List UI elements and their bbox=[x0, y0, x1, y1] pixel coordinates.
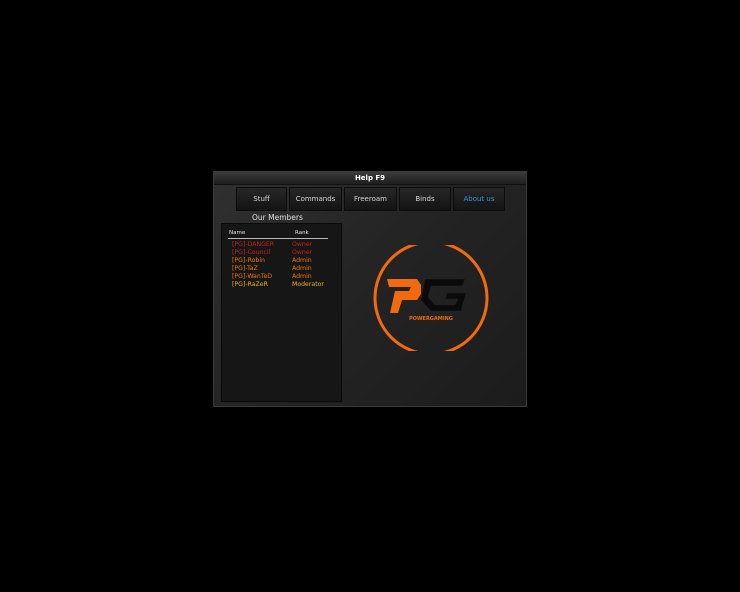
member-rank: Admin bbox=[292, 257, 312, 265]
tab-freeroam[interactable]: Freeroam bbox=[344, 187, 397, 211]
tab-about-us[interactable]: About us bbox=[453, 187, 505, 211]
member-rank: Owner bbox=[292, 241, 313, 248]
member-row[interactable]: [PG]-Robin Admin bbox=[232, 257, 342, 265]
member-name: [PG]-Robin bbox=[232, 257, 265, 265]
member-name: [PG]-DANGER bbox=[232, 241, 275, 248]
member-name: [PG]-TaZ bbox=[232, 265, 258, 273]
member-name: [PG]-RaZeR bbox=[232, 281, 268, 289]
member-row[interactable]: [PG]-WanTeD Admin bbox=[232, 273, 342, 281]
tab-commands[interactable]: Commands bbox=[289, 187, 342, 211]
member-name: [PG]-WanTeD bbox=[232, 273, 273, 281]
column-rank[interactable]: Rank bbox=[295, 230, 309, 236]
members-list-header: Name Rank bbox=[228, 230, 328, 239]
tab-binds[interactable]: Binds bbox=[399, 187, 451, 211]
window-title[interactable]: Help F9 bbox=[214, 172, 526, 185]
tab-bar: Stuff Commands Freeroam Binds About us bbox=[236, 187, 505, 211]
member-rank: Owner bbox=[292, 249, 313, 257]
help-window: Help F9 Stuff Commands Freeroam Binds Ab… bbox=[213, 171, 527, 407]
logo-text: POWERGAMING bbox=[409, 316, 453, 322]
member-name: [PG]-Council bbox=[232, 249, 271, 257]
member-row[interactable]: [PG]-RaZeR Moderator bbox=[232, 281, 342, 289]
members-rows: [PG]-DANGER Owner [PG]-Council Owner [PG]-Ro… bbox=[232, 241, 342, 290]
tab-stuff[interactable]: Stuff bbox=[236, 187, 287, 211]
logo-mark bbox=[387, 278, 467, 313]
member-rank: Admin bbox=[292, 265, 312, 273]
member-row[interactable]: [PG]-Council Owner bbox=[232, 249, 342, 257]
member-rank: Moderator bbox=[292, 281, 324, 289]
members-heading: Our Members bbox=[252, 213, 303, 222]
member-row[interactable]: [PG]-TaZ Admin bbox=[232, 265, 342, 273]
powergaming-logo: POWERGAMING bbox=[373, 245, 489, 351]
member-rank: Admin bbox=[292, 273, 312, 281]
members-list[interactable]: Name Rank [PG]-DANGER Owner [PG]-Council Ow… bbox=[221, 223, 342, 402]
member-row[interactable]: [PG]-DANGER Owner bbox=[232, 241, 342, 249]
column-name[interactable]: Name bbox=[229, 230, 245, 236]
